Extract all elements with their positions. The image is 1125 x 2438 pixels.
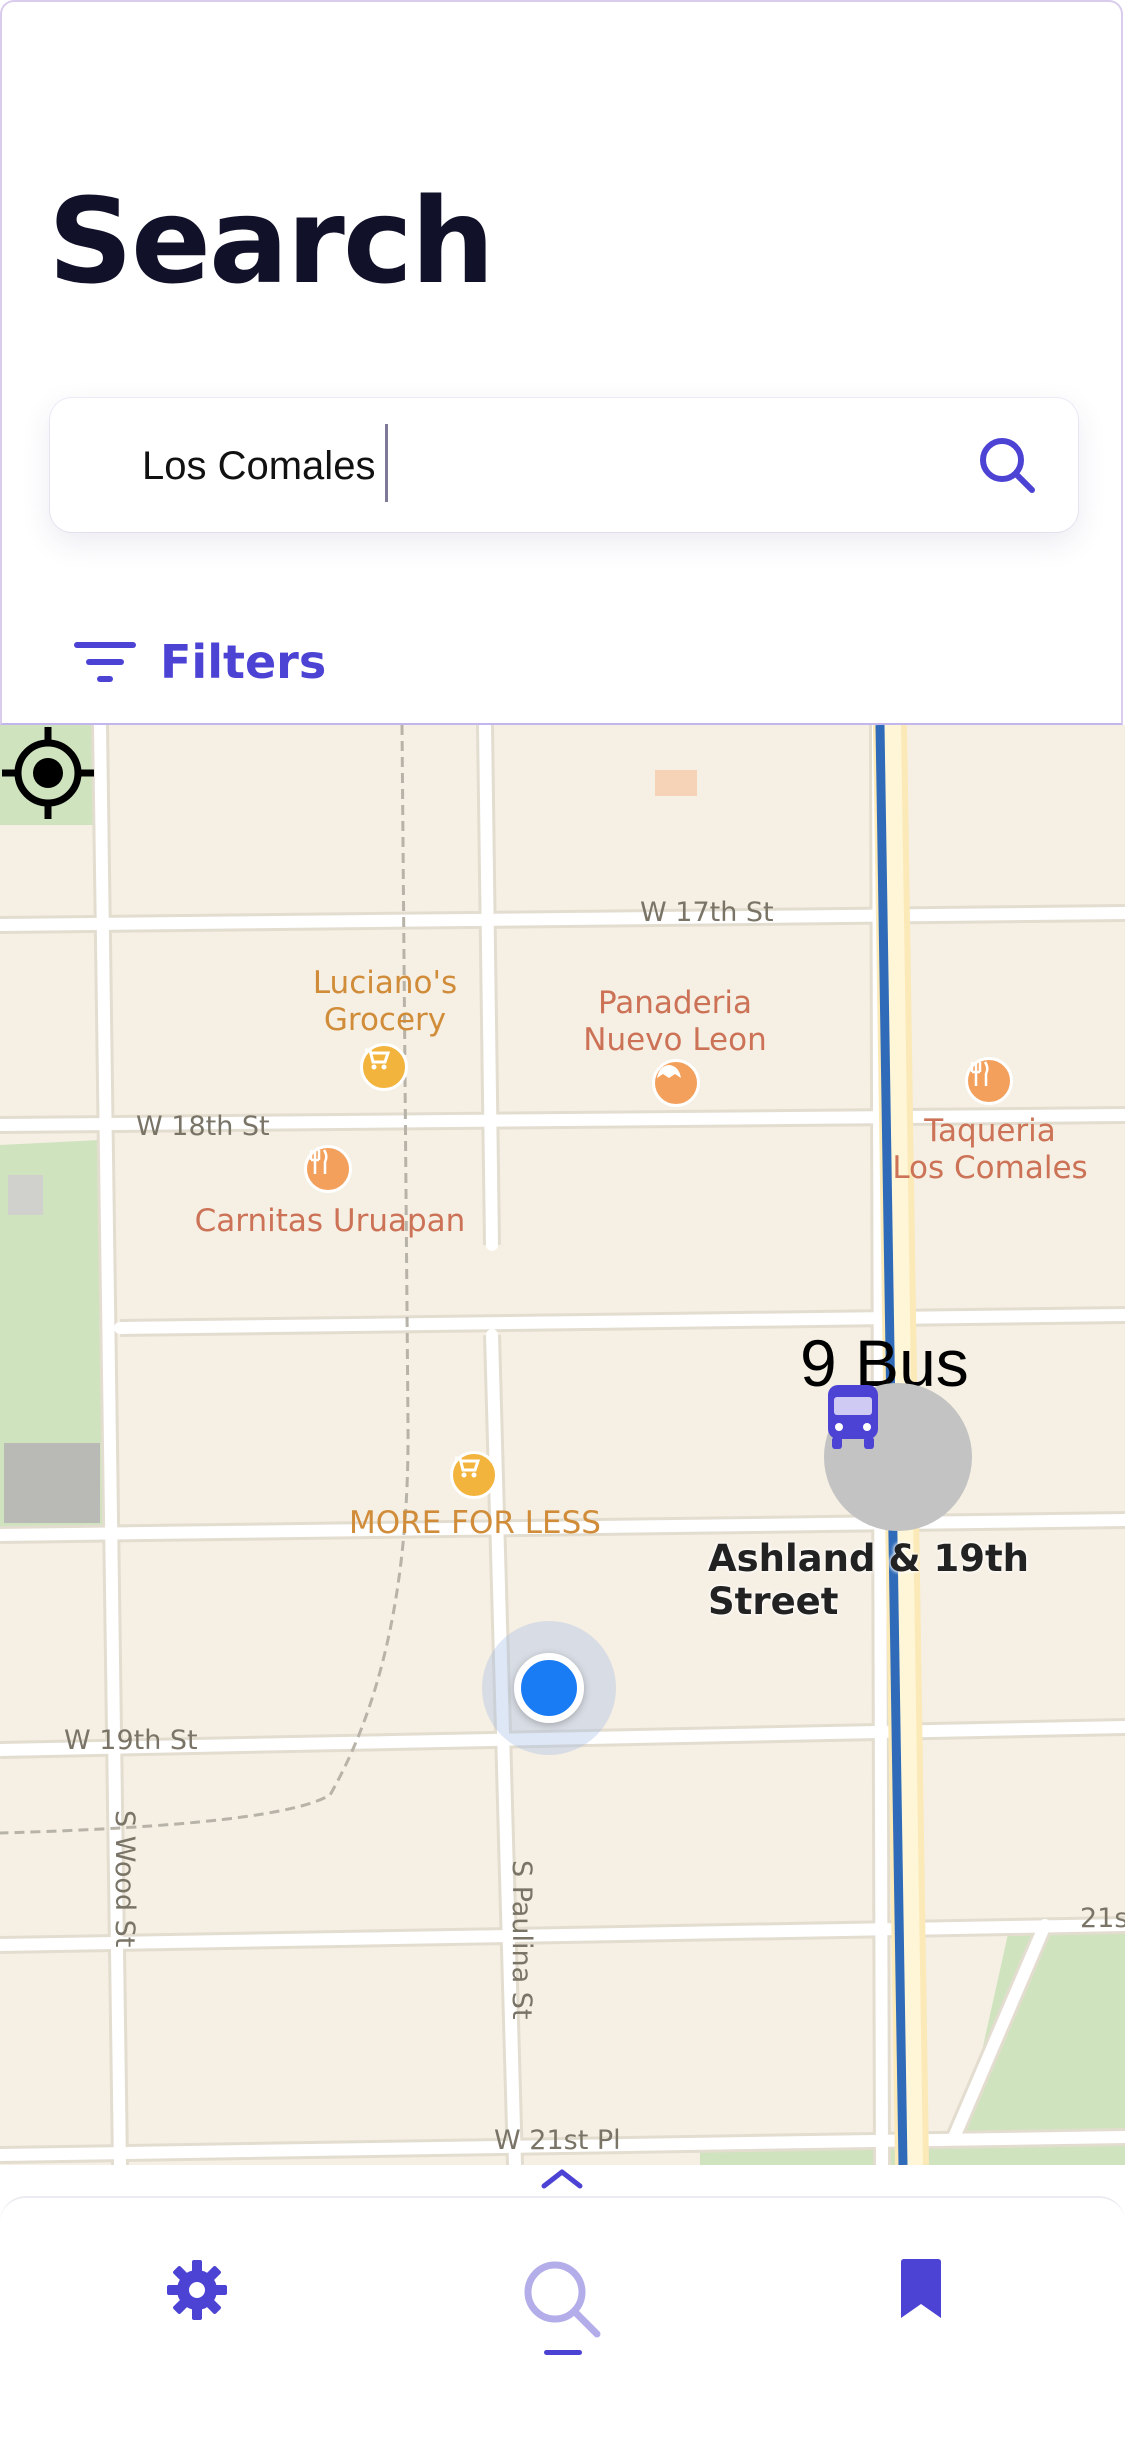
- street-label: W 19th St: [64, 1725, 198, 1756]
- street-label: 21s: [1080, 1903, 1125, 1934]
- tab-search[interactable]: [518, 2258, 608, 2358]
- restaurant-icon[interactable]: [304, 1145, 352, 1193]
- poi-label: Carnitas Uruapan: [194, 1203, 466, 1239]
- chevron-up-icon[interactable]: [540, 2166, 584, 2190]
- restaurant-icon[interactable]: [965, 1057, 1013, 1105]
- poi-label: Luciano's Grocery: [312, 965, 458, 1039]
- filter-icon: [74, 642, 136, 682]
- map-view[interactable]: W 17th St W 18th St W 19th St S Wood St …: [0, 725, 1125, 2165]
- street-label: W 18th St: [136, 1111, 270, 1142]
- filters-button[interactable]: Filters: [72, 632, 326, 692]
- user-location-dot: [514, 1653, 584, 1723]
- poi-label: MORE FOR LESS: [349, 1505, 601, 1541]
- bus-stop-marker[interactable]: [824, 1383, 972, 1531]
- street-label: W 21st Pl: [494, 2125, 621, 2156]
- search-input[interactable]: [140, 432, 924, 500]
- poi-label: Panaderia Nuevo Leon: [583, 985, 767, 1059]
- filters-label: Filters: [160, 635, 327, 689]
- gear-icon: [167, 2260, 227, 2320]
- crosshair-icon[interactable]: [0, 725, 96, 821]
- text-caret: [385, 424, 388, 502]
- tab-bar: [0, 2196, 1125, 2438]
- active-tab-indicator: [544, 2350, 582, 2355]
- bakery-icon[interactable]: [652, 1059, 700, 1107]
- bookmark-icon: [901, 2259, 941, 2318]
- bus-icon: [828, 1385, 878, 1449]
- search-header: Search Filters: [0, 0, 1123, 725]
- street-label: W 17th St: [640, 897, 774, 928]
- poi-label: Taqueria Los Comales: [892, 1113, 1088, 1187]
- page-title: Search: [48, 172, 495, 310]
- street-label: S Paulina St: [506, 1860, 537, 2020]
- street-label: S Wood St: [109, 1810, 140, 1948]
- bus-stop-name: Ashland & 19th Street: [708, 1537, 1030, 1623]
- search-icon[interactable]: [976, 434, 1038, 496]
- tab-saved[interactable]: [876, 2258, 966, 2358]
- search-icon: [524, 2261, 601, 2338]
- shopping-cart-icon[interactable]: [450, 1451, 498, 1499]
- tab-settings[interactable]: [152, 2258, 242, 2358]
- search-bar[interactable]: [50, 398, 1078, 532]
- shopping-cart-icon[interactable]: [360, 1043, 408, 1091]
